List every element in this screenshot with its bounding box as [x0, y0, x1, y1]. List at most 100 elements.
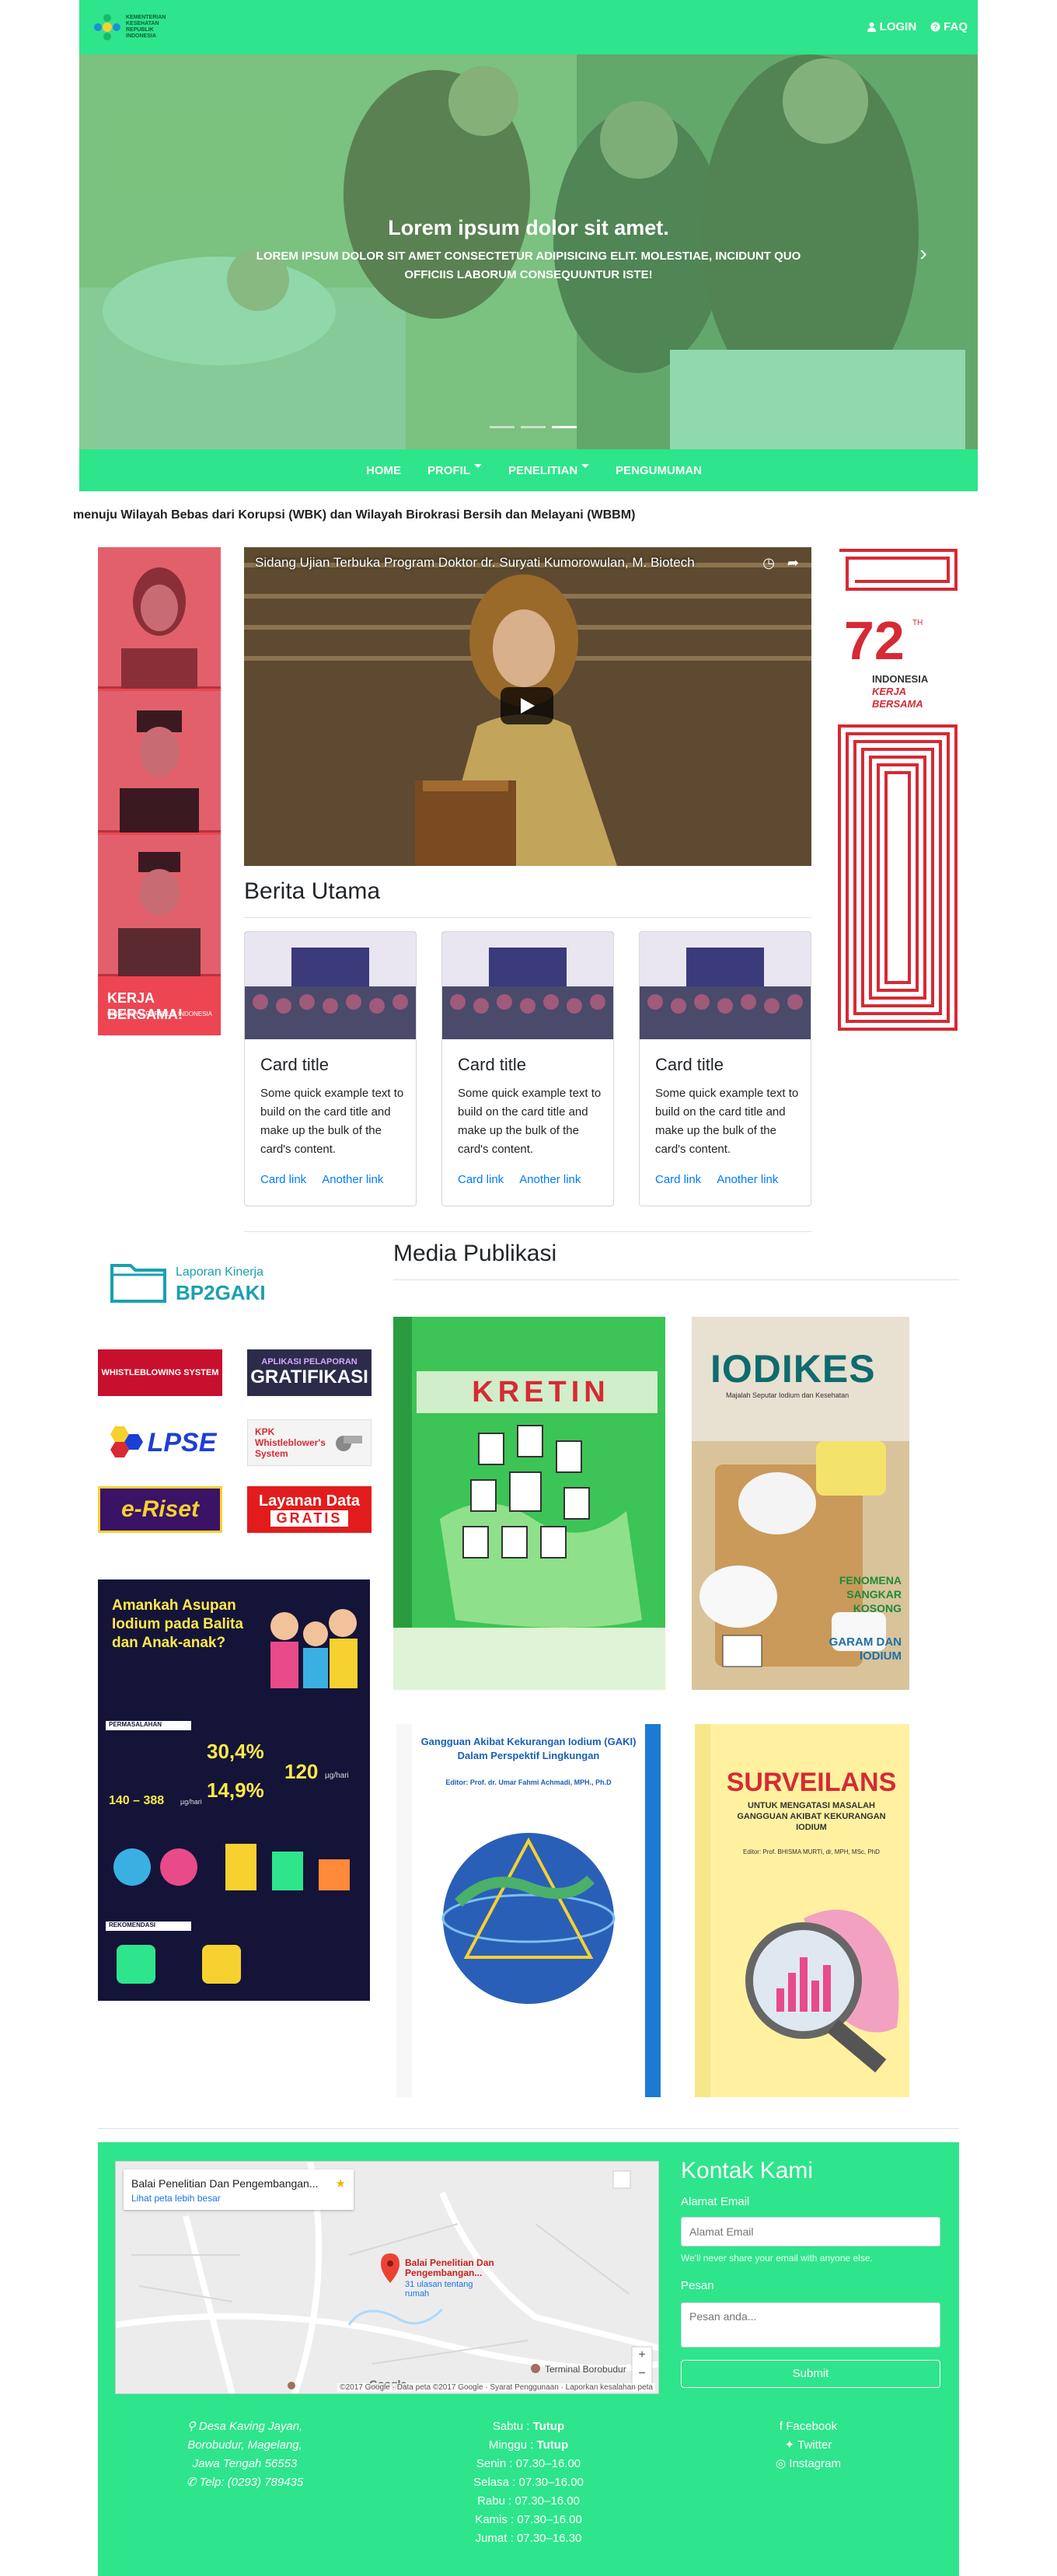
- nav-pengumuman[interactable]: PENGUMUMAN: [616, 464, 702, 477]
- layanan-data-link[interactable]: Layanan Data GRATIS: [247, 1486, 372, 1533]
- map-pin-sub: 31 ulasan tentang rumah: [405, 2280, 473, 2299]
- news-card-image: [640, 932, 811, 1039]
- carousel-indicator[interactable]: [490, 426, 515, 428]
- gratifikasi-label: GRATIFIKASI: [250, 1367, 368, 1387]
- stat-30: 30,4%: [207, 1740, 264, 1763]
- card-link[interactable]: Card link: [260, 1173, 306, 1186]
- hut-line3: BERSAMA: [872, 698, 923, 710]
- stat-120-unit: µg/hari: [325, 1771, 349, 1780]
- hero-portrait-2: [98, 691, 221, 832]
- another-link[interactable]: Another link: [322, 1173, 383, 1186]
- larger-map-link[interactable]: Lihat peta lebih besar: [131, 2193, 221, 2204]
- nav-penelitian[interactable]: PENELITIAN: [508, 463, 590, 477]
- hours-time: 07.30–16.00: [517, 2513, 582, 2526]
- login-link[interactable]: LOGIN: [867, 20, 917, 33]
- nav-penelitian-label: PENELITIAN: [508, 463, 578, 477]
- kemenkes-logo[interactable]: KEMENTERIAN KESEHATAN REPUBLIK INDONESIA: [93, 11, 187, 44]
- zoom-out-button[interactable]: −: [633, 2367, 651, 2381]
- kretin-cover: [393, 1317, 665, 1690]
- whistleblowing-label: WHISTLEBLOWING SYSTEM: [101, 1368, 219, 1377]
- banner-title: KERJA BERSAMA!: [107, 990, 183, 1022]
- star-icon[interactable]: ★: [336, 2176, 346, 2190]
- nav-profil[interactable]: PROFIL: [427, 464, 482, 477]
- family-illustration: [270, 1609, 358, 1688]
- book-surveilans[interactable]: SURVEILANS UNTUK MENGATASI MASALAH GANGG…: [695, 1724, 909, 2097]
- map-place-card[interactable]: Balai Penelitian Dan Pengembangan... Lih…: [124, 2169, 354, 2210]
- lpse-label: LPSE: [147, 1427, 217, 1457]
- kemenkes-logo-text: KEMENTERIAN KESEHATAN REPUBLIK INDONESIA: [126, 15, 166, 39]
- nav-home[interactable]: HOME: [366, 464, 401, 477]
- youtube-video[interactable]: Sidang Ujian Terbuka Program Doktor dr. …: [244, 547, 811, 866]
- news-card[interactable]: Card title Some quick example text to bu…: [244, 931, 417, 1206]
- video-play-button[interactable]: [501, 687, 553, 724]
- share-icon[interactable]: ➦: [787, 555, 799, 571]
- faq-link[interactable]: ? FAQ: [930, 20, 968, 33]
- facebook-link[interactable]: f Facebook: [731, 2417, 886, 2436]
- hut-suffix: TH: [912, 619, 923, 627]
- divider: [393, 1279, 959, 1280]
- kemenkes-logo-mark: [93, 13, 121, 41]
- chevron-right-icon: ›: [919, 241, 927, 265]
- message-field[interactable]: [681, 2302, 940, 2347]
- email-label: Alamat Email: [681, 2195, 750, 2208]
- iodium-infographic[interactable]: Amankah Asupan Iodium pada Balita dan An…: [98, 1579, 370, 2044]
- hours-row: Kamis : 07.30–16.00: [475, 2513, 582, 2526]
- divider: [244, 1231, 811, 1232]
- address-line: Desa Kaving Jayan,: [198, 2420, 303, 2433]
- news-ticker[interactable]: menuju Wilayah Bebas dari Korupsi (WBK) …: [73, 508, 635, 522]
- hours-row: Rabu : 07.30–16.00: [477, 2494, 580, 2508]
- carousel-indicator[interactable]: [521, 426, 546, 428]
- news-card[interactable]: Card title Some quick example text to bu…: [639, 931, 811, 1206]
- gratifikasi-link[interactable]: APLIKASI PELAPORAN GRATIFIKASI: [247, 1349, 372, 1396]
- card-link[interactable]: Card link: [655, 1173, 701, 1186]
- card-link[interactable]: Card link: [458, 1173, 504, 1186]
- submit-button[interactable]: Submit: [681, 2360, 940, 2388]
- phone-number[interactable]: Telp: (0293) 789435: [200, 2476, 304, 2489]
- hero-carousel[interactable]: Lorem ipsum dolor sit amet. Lorem ipsum …: [79, 54, 978, 449]
- news-card[interactable]: Card title Some quick example text to bu…: [441, 931, 614, 1206]
- stat-120: 120: [284, 1760, 319, 1783]
- email-field[interactable]: [681, 2217, 940, 2246]
- instagram-link[interactable]: ◎ Instagram: [731, 2455, 886, 2473]
- stat-range-unit: µg/hari: [180, 1798, 202, 1806]
- zoom-in-button[interactable]: +: [633, 2348, 651, 2362]
- hut-line1: INDONESIA: [872, 673, 929, 685]
- book-feature1: FENOMENA SANGKAR KOSONG: [839, 1574, 902, 1614]
- book-gaki[interactable]: Gangguan Akibat Kekurangan Iodium (GAKI)…: [396, 1724, 661, 2097]
- social-links: f Facebook ✦ Twitter ◎ Instagram: [731, 2417, 886, 2473]
- e-riset-link[interactable]: e-Riset: [98, 1486, 222, 1533]
- laporan-line2: BP2GAKI: [176, 1281, 266, 1304]
- divider: [98, 2128, 959, 2129]
- book-iodikes[interactable]: IODIKES Majalah Seputar Iodium dan Keseh…: [692, 1317, 909, 1690]
- map-attribution[interactable]: ©2017 Google · Data peta ©2017 Google · …: [337, 2383, 655, 2392]
- google-map[interactable]: Balai Penelitian Dan Pengembangan... Lih…: [115, 2161, 659, 2394]
- another-link[interactable]: Another link: [519, 1173, 581, 1186]
- another-link[interactable]: Another link: [717, 1173, 778, 1186]
- book-kretin[interactable]: KRETIN: [393, 1317, 665, 1690]
- video-title[interactable]: Sidang Ujian Terbuka Program Doktor dr. …: [255, 555, 695, 571]
- email-help-text: We'll never share your email with anyone…: [681, 2253, 873, 2264]
- login-label: LOGIN: [879, 20, 917, 33]
- carousel-next-button[interactable]: ›: [900, 230, 947, 277]
- whistleblowing-link[interactable]: WHISTLEBLOWING SYSTEM: [98, 1349, 222, 1396]
- book-feature2: GARAM DAN IODIUM: [829, 1635, 902, 1663]
- hut-ri-72-banner[interactable]: 72 TH INDONESIA KERJA BERSAMA: [836, 547, 959, 1035]
- carousel-indicator-active[interactable]: [552, 426, 577, 428]
- card-text: Some quick example text to build on the …: [458, 1087, 602, 1156]
- laporan-kinerja-link[interactable]: Laporan Kinerja BP2GAKI: [109, 1258, 288, 1309]
- stat-range: 140 – 388: [109, 1794, 165, 1807]
- main-navbar: HOME PROFIL PENELITIAN PENGUMUMAN: [79, 449, 978, 491]
- lpse-link[interactable]: LPSE: [98, 1419, 222, 1466]
- fullscreen-icon[interactable]: [615, 2171, 630, 2187]
- hours-day: Selasa: [473, 2476, 509, 2489]
- kerja-bersama-banner[interactable]: KERJA BERSAMA! DIRGAHAYU REPUBLIK INDONE…: [98, 547, 221, 1035]
- hut-number: 72: [844, 610, 905, 671]
- laporan-line1: Laporan Kinerja: [176, 1265, 263, 1279]
- rekomendasi-label: REKOMENDASI: [106, 1922, 191, 1931]
- news-card-image: [442, 932, 613, 1039]
- twitter-link[interactable]: ✦ Twitter: [731, 2436, 886, 2455]
- carousel-caption-text: Lorem ipsum dolor sit amet consectetur a…: [256, 250, 801, 281]
- watch-later-icon[interactable]: ◷: [762, 555, 775, 571]
- kpk-whistleblower-link[interactable]: KPK Whistleblower's System: [247, 1419, 372, 1466]
- caret-down-icon: [581, 464, 590, 469]
